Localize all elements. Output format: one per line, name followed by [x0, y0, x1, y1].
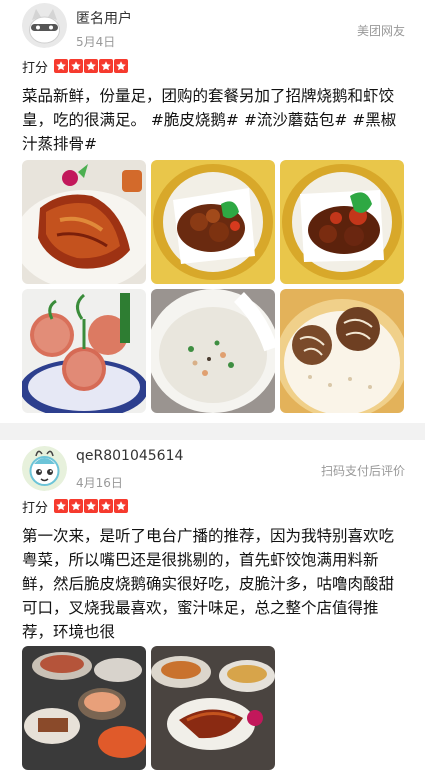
photo-grid: [22, 646, 404, 770]
star-icon: [54, 59, 69, 73]
star-rating: [54, 499, 129, 513]
photo-mushroom-buns[interactable]: [280, 289, 404, 413]
star-icon: [114, 499, 129, 513]
review-text[interactable]: 菜品新鲜，份量足，团购的套餐另加了招牌烧鹅和虾饺皇，吃的很满足。 #脆皮烧鹅# …: [22, 84, 406, 156]
photo-spare-ribs[interactable]: [151, 160, 275, 284]
review-source: 美团网友: [356, 24, 405, 38]
anonymous-avatar-icon[interactable]: [22, 3, 67, 48]
star-icon: [69, 499, 84, 513]
photo-dim-sum-table[interactable]: [22, 646, 146, 770]
photo-spare-ribs-2[interactable]: [280, 160, 404, 284]
star-icon: [69, 59, 84, 73]
star-icon: [84, 499, 99, 513]
review-card: qeR801045614 4月16日 扫码支付后评价 打分 第一次来，是听了电台…: [0, 440, 425, 770]
rating-row: 打分: [22, 57, 129, 76]
star-rating: [54, 59, 129, 73]
username[interactable]: qeR801045614: [76, 448, 183, 464]
photo-congee[interactable]: [151, 289, 275, 413]
cartoon-avatar-icon[interactable]: [22, 446, 67, 491]
rating-label: 打分: [22, 60, 49, 76]
review-text[interactable]: 第一次来，是听了电台广播的推荐，因为我特别喜欢吃粤菜，所以嘴巴还是很挑剔的，首先…: [22, 524, 406, 644]
star-icon: [99, 499, 114, 513]
photo-grid: [22, 160, 404, 413]
photo-roast-meats[interactable]: [151, 646, 275, 770]
star-icon: [114, 59, 129, 73]
username[interactable]: 匿名用户: [76, 8, 132, 28]
review-source: 扫码支付后评价: [320, 464, 405, 478]
star-icon: [54, 499, 69, 513]
photo-lava-buns[interactable]: [22, 289, 146, 413]
star-icon: [99, 59, 114, 73]
photo-roast-goose[interactable]: [22, 160, 146, 284]
review-divider: [0, 423, 425, 440]
review-card: 匿名用户 5月4日 美团网友 打分 菜品新鲜，份量足，团购的套餐另加了招牌烧鹅和…: [0, 0, 425, 423]
review-date: 5月4日: [76, 35, 116, 49]
rating-row: 打分: [22, 497, 129, 516]
rating-label: 打分: [22, 500, 49, 516]
review-date: 4月16日: [76, 476, 123, 490]
star-icon: [84, 59, 99, 73]
